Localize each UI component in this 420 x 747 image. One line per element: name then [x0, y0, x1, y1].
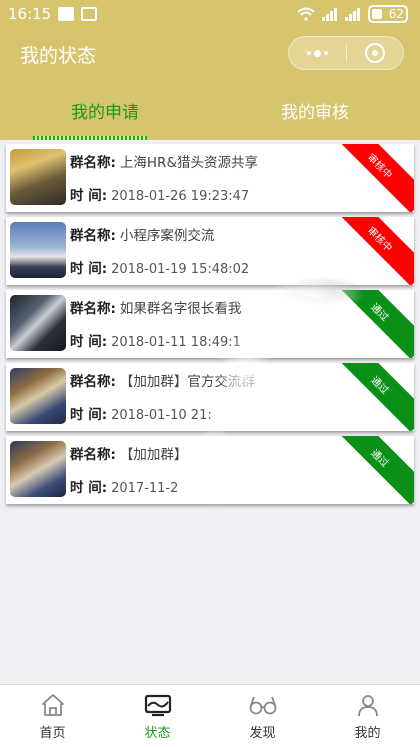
group-avatar	[10, 222, 66, 278]
tab-home[interactable]: 首页	[0, 685, 105, 747]
tab-label: 我的	[354, 725, 381, 741]
group-name-label: 群名称:	[70, 447, 116, 463]
battery-icon: 62	[368, 5, 408, 23]
system-status-bar: 16:15 62	[0, 0, 420, 28]
tab-label: 首页	[39, 725, 66, 741]
list-item[interactable]: 群名称: 【加加群】官方交流群 时 间: 2018-01-10 21: 通过	[6, 363, 414, 431]
bottom-tab-bar: 首页 状态 发现 我的	[0, 684, 420, 747]
tab-my-applications[interactable]: 我的申请	[0, 80, 210, 140]
group-name-label: 群名称:	[70, 301, 116, 317]
status-badge: 通过	[332, 290, 414, 358]
user-icon	[353, 692, 383, 718]
clock: 16:15	[8, 5, 52, 23]
tab-discover[interactable]: 发现	[210, 685, 315, 747]
image-notification-icon	[81, 7, 98, 21]
time-label: 时 间:	[70, 407, 108, 423]
list-item[interactable]: 群名称: 【加加群】 时 间: 2017-11-2 通过	[6, 436, 414, 504]
signal-icon	[322, 7, 338, 21]
apply-time: 2018-01-26 19:23:47	[111, 189, 250, 204]
tab-label: 我的申请	[71, 102, 139, 123]
group-name: 【加加群】官方交流群	[119, 374, 255, 390]
tab-status[interactable]: 状态	[105, 685, 210, 747]
mini-program-capsule	[288, 36, 404, 70]
app-header: 我的状态	[0, 28, 420, 80]
status-badge: 通过	[332, 436, 414, 504]
group-name-label: 群名称:	[70, 374, 116, 390]
group-name: 【加加群】	[119, 447, 188, 463]
monitor-icon	[143, 692, 173, 718]
time-label: 时 间:	[70, 480, 108, 496]
apply-time: 2017-11-2	[111, 481, 179, 496]
group-name: 小程序案例交流	[119, 228, 215, 244]
time-label: 时 间:	[70, 334, 108, 350]
application-list: 群名称: 上海HR&猎头资源共享 时 间: 2018-01-26 19:23:47 …	[6, 144, 414, 509]
group-name: 如果群名字很长看我	[119, 301, 242, 317]
signal-icon-2	[345, 7, 361, 21]
group-avatar	[10, 149, 66, 205]
tab-bar-top: 我的申请 我的审核	[0, 80, 420, 140]
more-dots-icon[interactable]	[289, 37, 346, 69]
wifi-icon	[297, 7, 315, 21]
tab-my-reviews[interactable]: 我的审核	[210, 80, 420, 140]
status-badge: 审核中	[332, 217, 414, 285]
group-avatar	[10, 441, 66, 497]
time-label: 时 间:	[70, 261, 108, 277]
apply-time: 2018-01-19 15:48:02	[111, 262, 250, 277]
target-circle-icon[interactable]	[347, 37, 403, 69]
page-title: 我的状态	[20, 44, 97, 67]
tab-label: 我的审核	[281, 102, 349, 123]
group-name-label: 群名称:	[70, 155, 116, 171]
status-badge: 审核中	[332, 144, 414, 212]
list-item[interactable]: 群名称: 如果群名字很长看我 时 间: 2018-01-11 18:49:1 通过	[6, 290, 414, 358]
glasses-icon	[248, 692, 278, 718]
notification-icon	[58, 7, 75, 21]
list-item[interactable]: 群名称: 小程序案例交流 时 间: 2018-01-19 15:48:02 审核中	[6, 217, 414, 285]
tab-label: 发现	[249, 725, 276, 741]
group-avatar	[10, 368, 66, 424]
time-label: 时 间:	[70, 188, 108, 204]
tab-label: 状态	[144, 725, 171, 741]
apply-time: 2018-01-10 21:	[111, 408, 212, 423]
home-icon	[38, 692, 68, 718]
status-badge: 通过	[332, 363, 414, 431]
active-tab-indicator	[33, 136, 147, 140]
tab-mine[interactable]: 我的	[315, 685, 420, 747]
group-name: 上海HR&猎头资源共享	[119, 155, 258, 171]
list-item[interactable]: 群名称: 上海HR&猎头资源共享 时 间: 2018-01-26 19:23:47 …	[6, 144, 414, 212]
group-avatar	[10, 295, 66, 351]
group-name-label: 群名称:	[70, 228, 116, 244]
apply-time: 2018-01-11 18:49:1	[111, 335, 241, 350]
